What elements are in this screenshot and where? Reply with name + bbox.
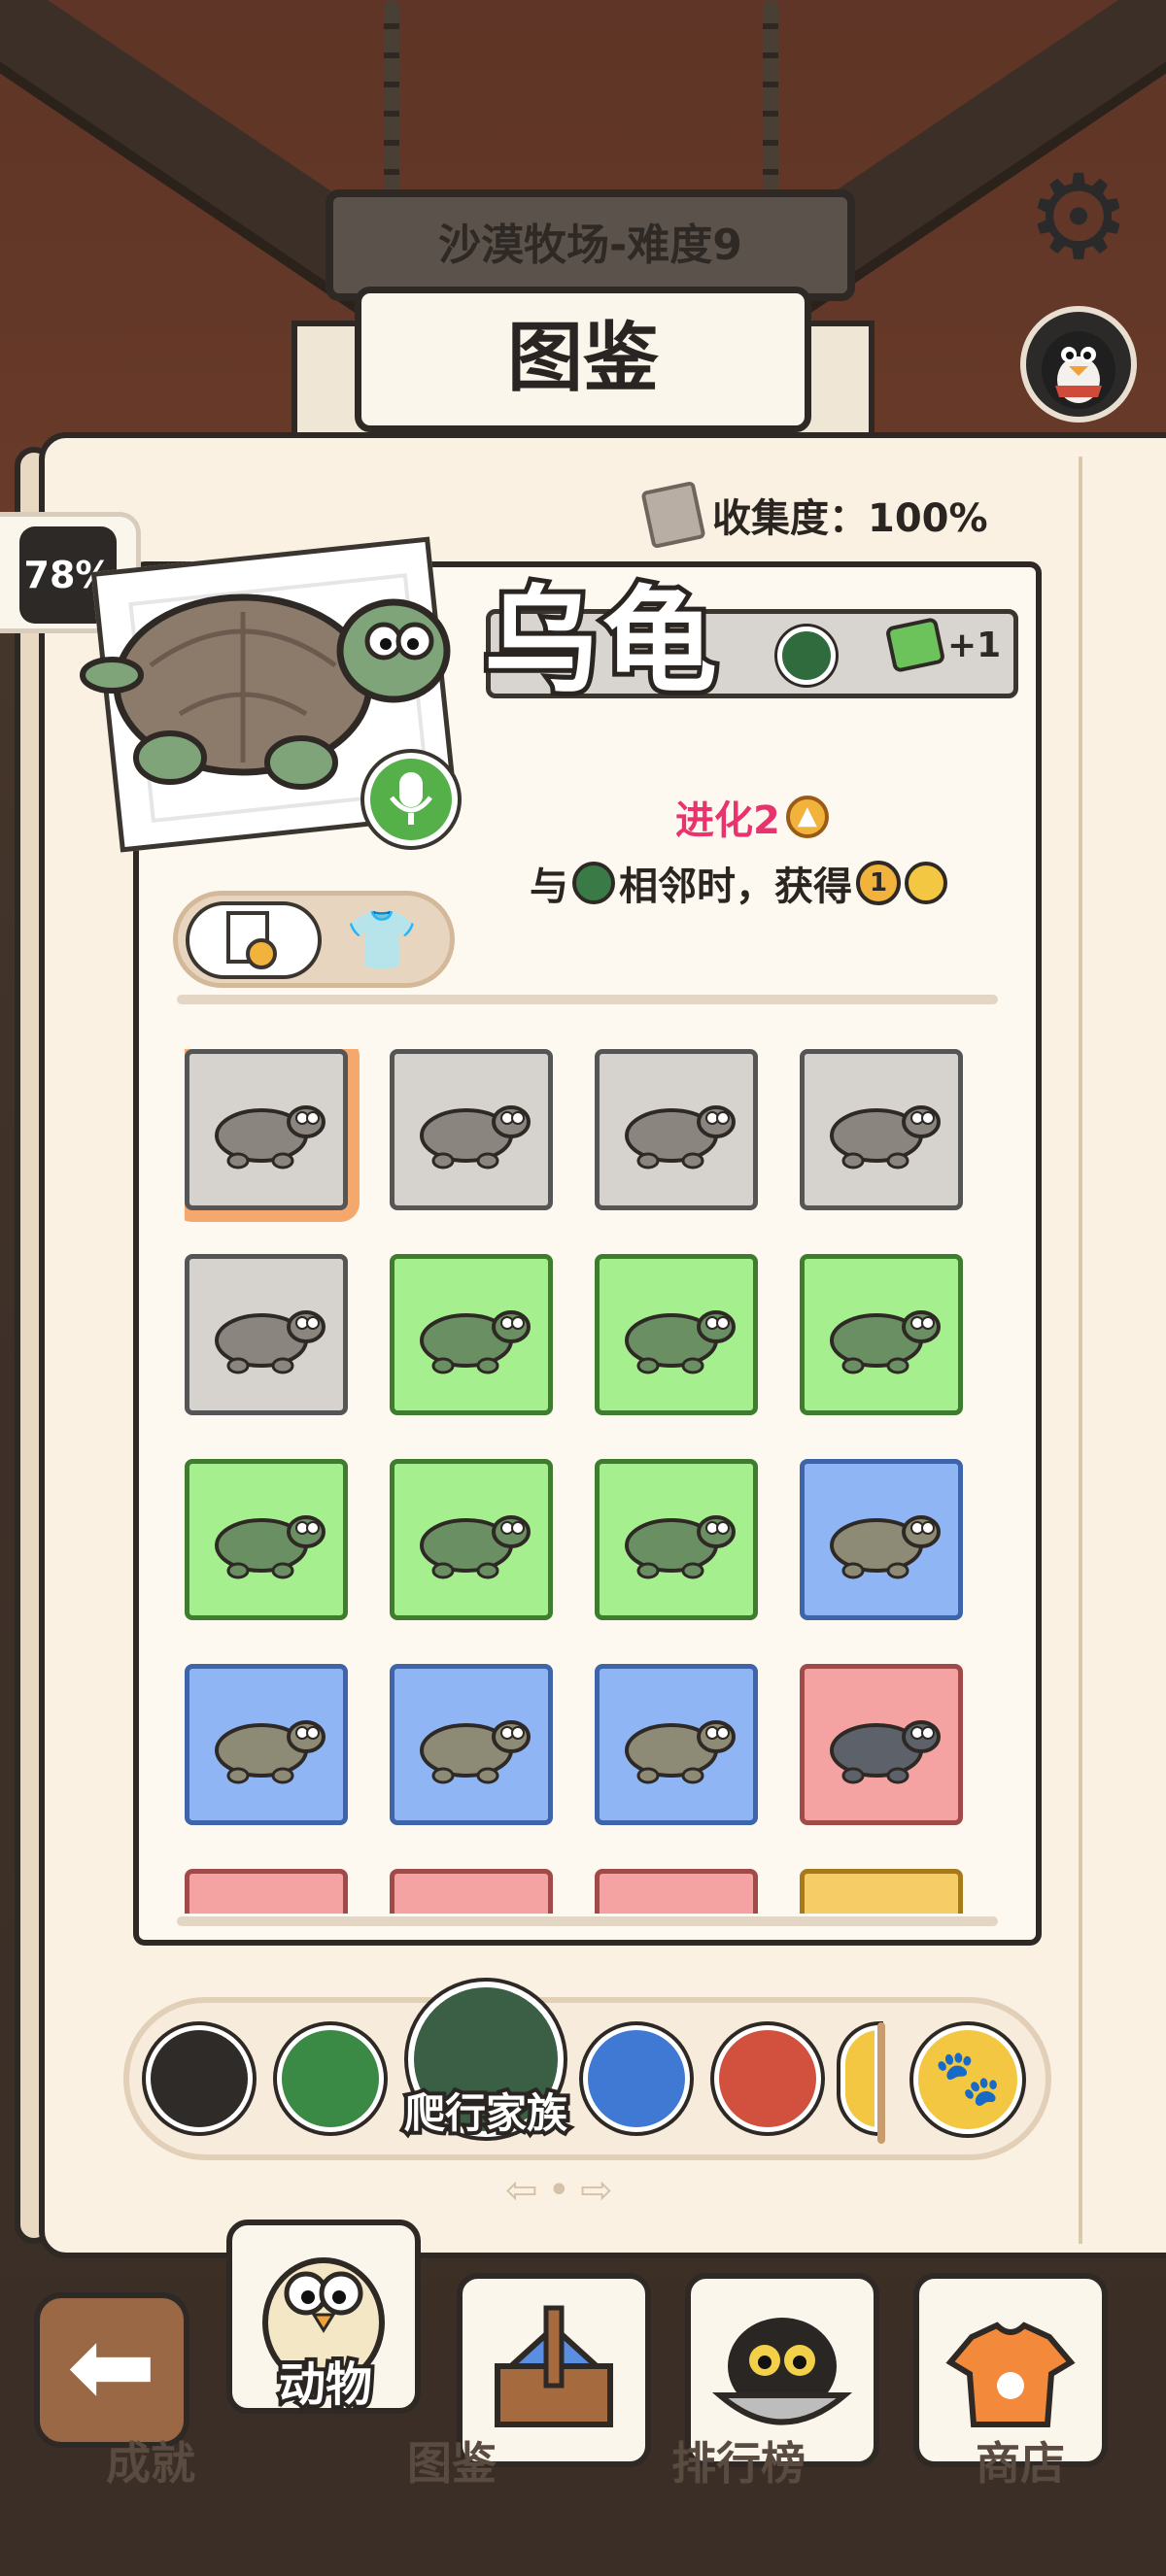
tab-green-blob-icon[interactable] [277,2025,384,2132]
skill-prefix: 与 [530,864,568,909]
animal-cell-komodo[interactable] [800,1664,963,1825]
animal-cell-shadow-creature[interactable] [185,1254,348,1415]
back-button[interactable]: ⬅ [34,2292,189,2448]
level-sign: 沙漠牧场-难度9 [326,189,855,301]
animal-cell-cobra[interactable] [595,1254,758,1415]
salamander-icon [830,1515,941,1579]
divider-top [177,995,998,1004]
nav-collection-label: 图鉴 [407,2437,497,2490]
money-icon [884,616,946,674]
book-page-edge [1079,457,1102,2244]
page-indicator: ⇦•⇨ [505,2168,623,2213]
chameleon-icon [420,1310,531,1374]
animal-cell-turtle[interactable] [185,1049,348,1210]
snapping-turtle-icon [215,1515,326,1579]
nav-achievement-label: 成就 [106,2437,195,2490]
cobra-icon [625,1310,736,1374]
animal-cell-partial-red-3[interactable] [595,1869,758,1914]
evolve-label: 进化2 ▲ [675,789,829,845]
iguana-icon [830,1310,941,1374]
gold-coin-icon: 1 [856,861,901,905]
partial-red-3-icon [611,1895,741,1914]
skill-suffix: 相邻时，获得 [619,864,852,909]
horned-viper-icon [420,1720,531,1784]
animal-cell-spotted-snake[interactable] [595,1459,758,1620]
tab-red-fish-icon[interactable] [714,2025,821,2132]
skill-description: 与 相邻时，获得 1 [530,855,947,911]
animal-name: 乌龟 [479,569,722,713]
turtle-icon [215,1105,326,1169]
partial-red-2-icon [406,1895,536,1914]
microphone-icon [390,772,432,825]
bonus-badge: +1 [884,616,1002,674]
gear-icon[interactable]: ⚙ [1025,160,1132,277]
spotted-snake-icon [625,1515,736,1579]
sea-turtle-icon [625,1720,736,1784]
animal-cell-iguana[interactable] [800,1254,963,1415]
collection-label: 收集度：100% [712,496,988,541]
back-arrow-icon: ⬅ [66,2304,157,2428]
animal-cell-salamander[interactable] [800,1459,963,1620]
habitat-icon [777,627,836,685]
animal-cell-lizard[interactable] [800,1049,963,1210]
avatar[interactable] [1020,306,1137,423]
evolve-up-icon: ▲ [785,796,829,838]
partial-yellow-icon [816,1895,946,1914]
tab-cat-face-icon[interactable] [146,2025,253,2132]
paw-icon [905,862,947,904]
yellow-cobra-icon [215,1720,326,1784]
crocodile-icon [420,1515,531,1579]
divider-bottom [177,1916,998,1926]
collection-progress: 收集度：100% [640,480,988,550]
evolve-text: 进化2 [675,798,780,843]
animal-cell-snapping-turtle[interactable] [185,1459,348,1620]
nav-ranking-label: 排行榜 [671,2437,806,2490]
outfit-icon[interactable]: 👕 [338,903,426,977]
tab-separator [877,2022,885,2144]
neighbor-icon [572,862,615,904]
animal-cell-egg-snake[interactable] [595,1049,758,1210]
voice-button[interactable] [364,753,458,846]
animal-cell-partial-yellow[interactable] [800,1869,963,1914]
animal-cell-gecko[interactable] [390,1049,553,1210]
egg-snake-icon [625,1105,736,1169]
komodo-icon [830,1720,941,1784]
nav-shop-label: 商店 [976,2437,1065,2490]
animal-cell-partial-red-1[interactable] [185,1869,348,1914]
penguin-avatar-icon [1042,331,1115,409]
animal-cell-sea-turtle[interactable] [595,1664,758,1825]
page-title: 图鉴 [355,287,811,432]
animal-cell-chameleon[interactable] [390,1254,553,1415]
animal-grid [185,1049,977,1914]
lizard-icon [830,1105,941,1169]
partial-red-1-icon [201,1895,331,1914]
gecko-icon [420,1105,531,1169]
bonus-value: +1 [947,625,1002,665]
paw-tab-icon[interactable]: 🐾 [913,2025,1022,2134]
info-toggle[interactable]: 👕 [173,891,455,988]
animal-cell-horned-viper[interactable] [390,1664,553,1825]
animal-cell-crocodile[interactable] [390,1459,553,1620]
tab-reptile-family-label: 爬行家族 [400,2085,571,2141]
certificate-icon[interactable] [186,901,322,979]
book-icon [640,480,706,550]
nav-animals-label: 动物 [275,2354,376,2416]
animal-cell-partial-red-2[interactable] [390,1869,553,1914]
animal-cell-yellow-cobra[interactable] [185,1664,348,1825]
tab-blue-blob-icon[interactable] [583,2025,690,2132]
shadow-creature-icon [215,1310,326,1374]
